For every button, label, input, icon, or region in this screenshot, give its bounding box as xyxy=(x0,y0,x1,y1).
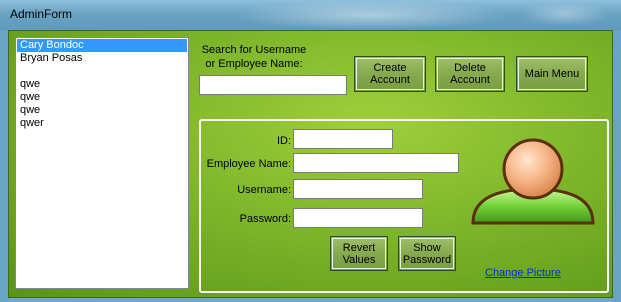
account-details-panel: ID: Employee Name: Username: Password: R… xyxy=(199,119,609,293)
username-field[interactable] xyxy=(293,179,423,199)
list-item[interactable]: Cary Bondoc xyxy=(17,39,187,52)
window-frame-right xyxy=(613,30,621,302)
revert-values-label-line2: Values xyxy=(342,253,376,266)
id-field[interactable] xyxy=(293,129,393,149)
show-password-label-line1: Show xyxy=(413,241,441,254)
search-label: Search for Username or Employee Name: xyxy=(199,43,309,71)
list-item[interactable]: qwe xyxy=(17,91,187,104)
delete-account-button[interactable]: Delete Account xyxy=(435,56,505,92)
password-label: Password: xyxy=(239,213,291,225)
revert-values-button[interactable]: Revert Values xyxy=(330,236,388,271)
delete-account-label-line2: Account xyxy=(450,74,490,86)
password-field[interactable] xyxy=(293,208,423,228)
search-label-line2: or Employee Name: xyxy=(205,58,303,70)
list-item[interactable]: qwe xyxy=(17,78,187,91)
list-item[interactable]: qwe xyxy=(17,104,187,117)
window-frame-left xyxy=(0,30,8,302)
show-password-button[interactable]: Show Password xyxy=(398,236,456,271)
employee-listbox[interactable]: Cary Bondoc Bryan Posas qwe qwe qwe qwer xyxy=(15,37,189,289)
search-label-line1: Search for Username xyxy=(201,44,307,56)
revert-values-label-line1: Revert xyxy=(342,241,376,254)
create-account-label-line1: Create xyxy=(373,62,407,74)
show-password-label-line2: Password xyxy=(402,253,452,266)
username-label: Username: xyxy=(237,184,291,196)
employee-name-field[interactable] xyxy=(293,153,459,173)
delete-account-label-line1: Delete xyxy=(454,62,486,74)
main-menu-button[interactable]: Main Menu xyxy=(516,56,588,92)
employee-name-label: Employee Name: xyxy=(206,158,291,170)
form-client-area: Cary Bondoc Bryan Posas qwe qwe qwe qwer… xyxy=(8,30,613,298)
title-bar-glow-right xyxy=(520,2,610,26)
window-title: AdminForm xyxy=(10,7,73,21)
title-bar[interactable]: AdminForm xyxy=(0,0,621,30)
list-item[interactable] xyxy=(17,65,187,78)
search-input[interactable] xyxy=(199,75,347,95)
title-bar-glow xyxy=(230,0,510,30)
list-item[interactable]: Bryan Posas xyxy=(17,52,187,65)
create-account-label-line2: Account xyxy=(370,74,410,86)
id-label: ID: xyxy=(276,135,291,147)
create-account-button[interactable]: Create Account xyxy=(354,56,426,92)
list-item[interactable]: qwer xyxy=(17,117,187,130)
user-avatar-icon xyxy=(471,138,595,225)
change-picture-link[interactable]: Change Picture xyxy=(485,267,561,279)
